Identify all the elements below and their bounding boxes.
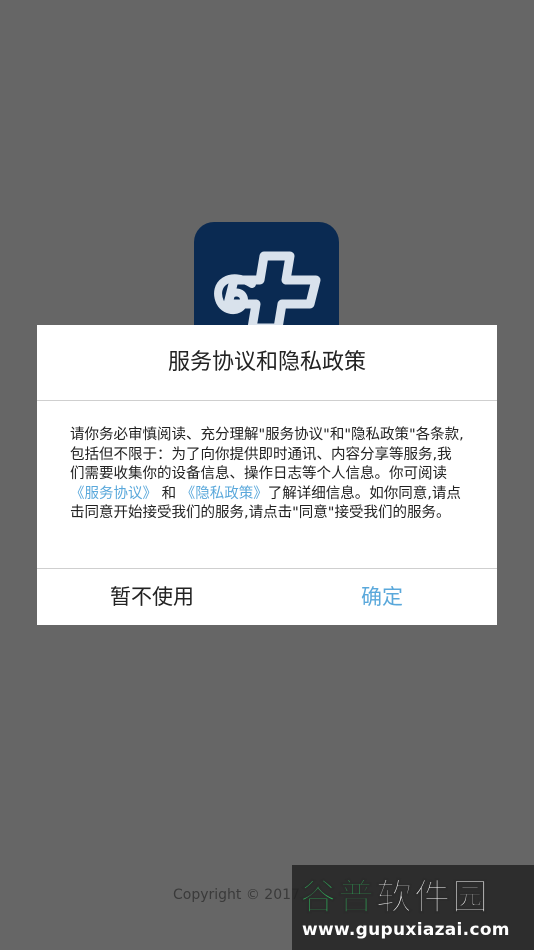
confirm-button[interactable]: 确定: [267, 569, 497, 625]
dialog-body: 请你务必审慎阅读、充分理解"服务协议"和"隐私政策"各条款,包括但不限于：为了向…: [70, 426, 466, 524]
decline-button[interactable]: 暂不使用: [37, 569, 267, 625]
watermark-url: www.gupuxiazai.com: [302, 920, 510, 940]
service-agreement-link[interactable]: 《服务协议》: [70, 486, 157, 502]
dialog-title: 服务协议和隐私政策: [167, 350, 366, 375]
copyright-text: Copyright © 2017: [173, 887, 300, 903]
watermark-brand-part1: 谷普: [299, 877, 377, 919]
watermark-brand: 谷普软件园: [299, 868, 491, 920]
watermark-brand-part2: 软件园: [376, 877, 491, 919]
privacy-dialog: 服务协议和隐私政策 请你务必审慎阅读、充分理解"服务协议"和"隐私政策"各条款,…: [37, 325, 497, 625]
dialog-actions: 暂不使用 确定: [37, 569, 497, 625]
watermark: 谷普软件园 www.gupuxiazai.com: [292, 865, 534, 950]
body-text-part1: 请你务必审慎阅读、充分理解"服务协议"和"隐私政策"各条款,包括但不限于：为了向…: [70, 427, 464, 482]
privacy-policy-link[interactable]: 《隐私政策》: [181, 486, 268, 502]
screen: 服务协议和隐私政策 请你务必审慎阅读、充分理解"服务协议"和"隐私政策"各条款,…: [0, 0, 534, 950]
title-divider: [37, 400, 497, 401]
body-text-and: 和: [161, 485, 177, 502]
